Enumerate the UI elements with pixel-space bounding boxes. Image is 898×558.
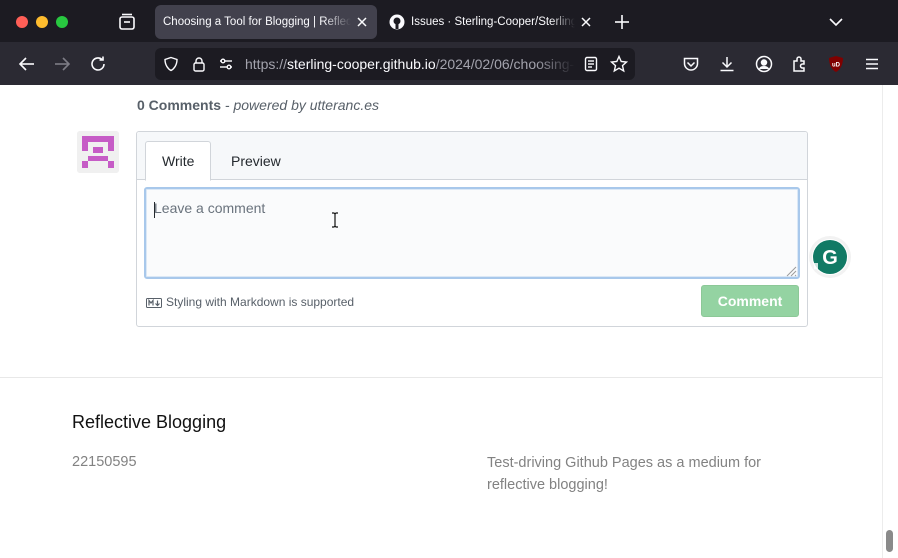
pocket-icon[interactable] <box>680 53 702 75</box>
avatar <box>77 131 119 173</box>
reader-view-icon[interactable] <box>581 54 601 74</box>
lock-icon[interactable] <box>189 54 209 74</box>
url-path: /2024/02/06/choosing-a-tool-for-blogging <box>435 56 575 72</box>
tab-title: Issues · Sterling-Cooper/Sterling-Cooper… <box>411 16 575 28</box>
tab-write[interactable]: Write <box>145 141 212 181</box>
markdown-hint-label: Styling with Markdown is supported <box>166 295 355 309</box>
url-scheme: https:// <box>245 56 288 72</box>
close-icon[interactable] <box>579 15 593 29</box>
comment-form: Write Preview Styling with Markdown is s… <box>136 131 808 327</box>
text-cursor-icon <box>331 212 339 228</box>
scrollbar[interactable] <box>882 85 898 558</box>
download-icon[interactable] <box>716 53 738 75</box>
url-host: sterling-cooper.github.io <box>287 56 436 72</box>
powered-by-label: - powered by utteranc.es <box>221 97 380 113</box>
footer-divider <box>0 377 882 378</box>
permissions-icon[interactable] <box>216 54 236 74</box>
hamburger-menu-icon[interactable] <box>861 53 883 75</box>
tab-title: Choosing a Tool for Blogging | Reflectiv… <box>163 16 351 28</box>
tab-issues[interactable]: Issues · Sterling-Cooper/Sterling-Cooper… <box>381 5 601 39</box>
tab-strip: Choosing a Tool for Blogging | Reflectiv… <box>0 0 898 42</box>
url-bar[interactable]: https://sterling-cooper.github.io/2024/0… <box>155 48 635 80</box>
forward-arrow-icon[interactable] <box>51 53 73 75</box>
chevron-down-icon[interactable] <box>826 12 846 32</box>
markdown-icon <box>146 297 162 308</box>
window-close-button[interactable] <box>16 16 28 28</box>
comments-count: 0 Comments - powered by utteranc.es <box>137 97 379 113</box>
tracking-shield-icon[interactable] <box>161 54 181 74</box>
footer-site-title: Reflective Blogging <box>72 412 227 432</box>
tab-overview-icon[interactable] <box>116 11 138 33</box>
comment-button[interactable]: Comment <box>701 285 799 317</box>
svg-text:G: G <box>822 247 838 269</box>
plus-icon[interactable] <box>612 12 632 32</box>
reload-icon[interactable] <box>87 53 109 75</box>
github-icon <box>389 14 405 30</box>
footer-id: 22150595 <box>72 454 137 470</box>
ublock-icon[interactable]: uD <box>825 53 847 75</box>
grammarly-icon[interactable]: G <box>808 235 852 279</box>
page-viewport: 0 Comments - powered by utteranc.es Writ… <box>0 85 898 558</box>
comment-input[interactable] <box>144 187 800 279</box>
footer-description: Test-driving Github Pages as a medium fo… <box>487 455 762 493</box>
text-caret <box>154 202 155 218</box>
nav-toolbar: https://sterling-cooper.github.io/2024/0… <box>0 42 898 85</box>
resize-handle-icon[interactable] <box>785 264 797 277</box>
scrollbar-thumb[interactable] <box>886 530 893 552</box>
url-text[interactable]: https://sterling-cooper.github.io/2024/0… <box>245 56 575 72</box>
comment-form-header: Write Preview <box>137 132 807 181</box>
extensions-icon[interactable] <box>789 53 811 75</box>
markdown-hint[interactable]: Styling with Markdown is supported <box>146 295 354 309</box>
close-icon[interactable] <box>355 15 369 29</box>
window-minimize-button[interactable] <box>36 16 48 28</box>
tab-choosing-a-tool[interactable]: Choosing a Tool for Blogging | Reflectiv… <box>155 5 377 39</box>
back-arrow-icon[interactable] <box>16 53 38 75</box>
svg-text:uD: uD <box>832 63 841 69</box>
comments-count-label: 0 Comments <box>137 97 222 113</box>
star-icon[interactable] <box>609 54 629 74</box>
account-icon[interactable] <box>753 53 775 75</box>
tab-preview[interactable]: Preview <box>215 141 297 181</box>
window-maximize-button[interactable] <box>56 16 68 28</box>
